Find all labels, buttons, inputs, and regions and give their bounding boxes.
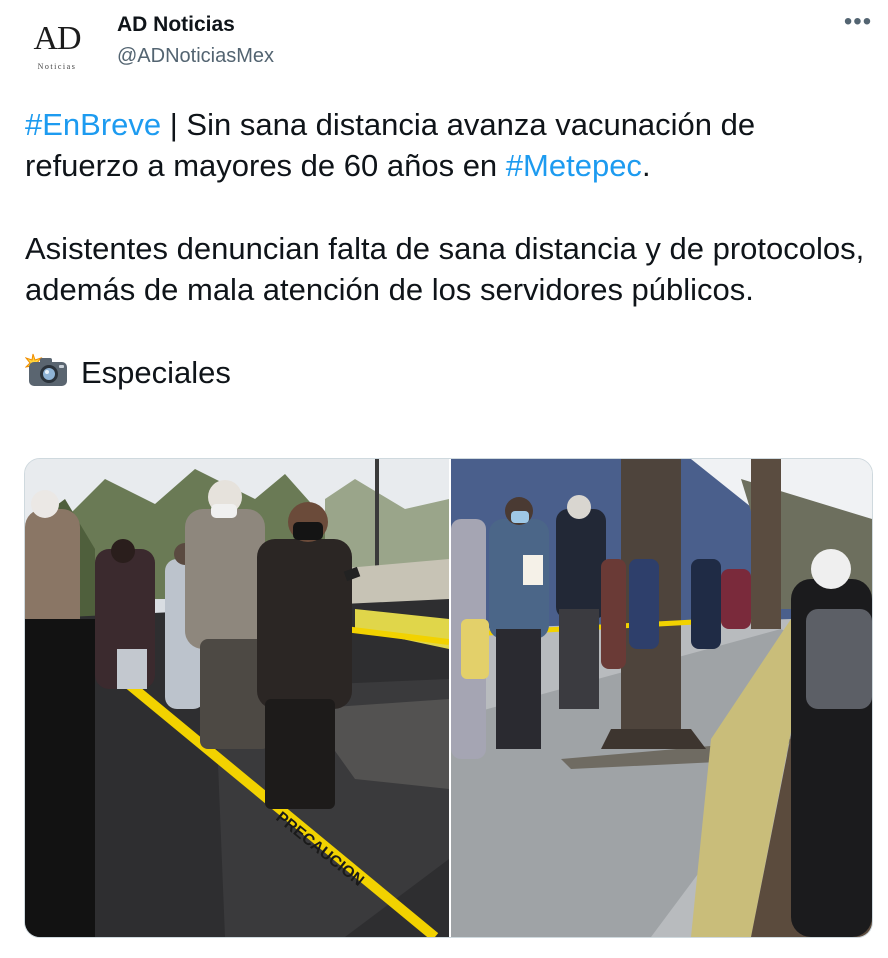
tweet-text-period: . [641,148,651,183]
tweet-paragraph-1: #EnBreve | Sin sana distancia avanza vac… [25,104,875,186]
photo-line-sidewalk[interactable] [451,459,872,937]
display-name[interactable]: AD Noticias [117,13,235,37]
more-options-icon[interactable]: ••• [838,10,878,38]
hashtag-metepec[interactable]: #Metepec [506,148,642,183]
avatar[interactable]: AD Noticias [22,10,92,80]
avatar-logo-subtext: Noticias [37,62,77,71]
media-grid: PRECAUCION [24,458,873,938]
tweet-paragraph-2: Asistentes denuncian falta de sana dista… [25,231,865,307]
photo-line-street[interactable]: PRECAUCION [25,459,449,937]
hashtag-enbreve[interactable]: #EnBreve [25,107,161,142]
tweet-credit-line: Especiales [24,352,875,393]
camera-flash-icon [24,353,69,387]
user-handle[interactable]: @ADNoticiasMex [117,45,274,68]
avatar-logo-text: AD [33,20,81,57]
photo-credit: Especiales [81,355,231,390]
tweet-text: #EnBreve | Sin sana distancia avanza vac… [24,104,875,393]
